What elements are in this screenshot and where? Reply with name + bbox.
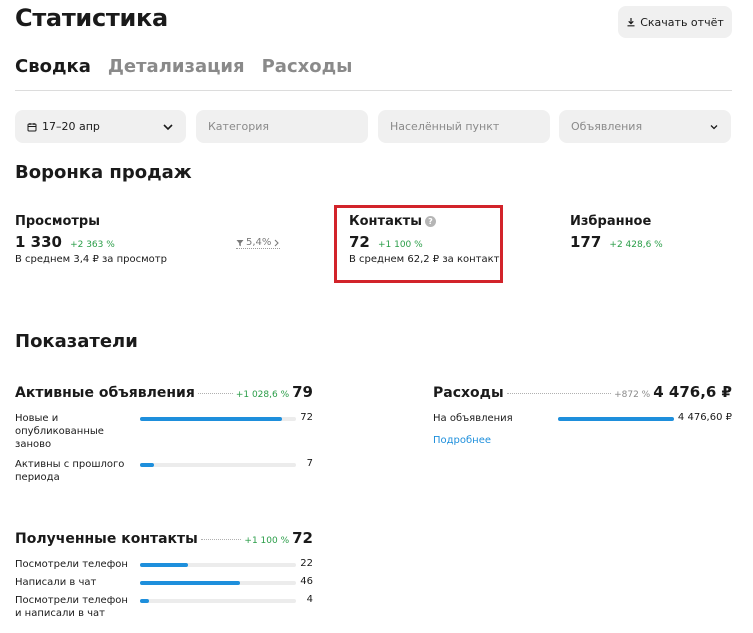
expenses-bar-ads: [558, 417, 674, 421]
contacts-bar-chat: [140, 581, 296, 585]
contacts-row-value: 46: [300, 576, 313, 587]
views-value: 1 330: [15, 233, 62, 251]
active-ads-row-value: 72: [300, 412, 313, 423]
tab-expenses[interactable]: Расходы: [262, 56, 353, 77]
expenses-delta: +872 %: [614, 390, 651, 400]
contacts-bar-phone: [140, 563, 296, 567]
chevron-down-icon: [710, 124, 718, 129]
filter-funnel-icon: [236, 239, 244, 246]
category-filter[interactable]: Категория: [196, 110, 368, 143]
active-ads-row-label: Активны с прошлого периода: [15, 459, 125, 483]
contacts-row-value: 22: [300, 558, 313, 569]
locality-filter[interactable]: Населённый пункт: [378, 110, 550, 143]
locality-placeholder: Населённый пункт: [390, 120, 500, 133]
active-ads-title: Активные объявления: [15, 385, 195, 401]
expenses-row-value: 4 476,60 ₽: [677, 412, 732, 423]
views-average: В среднем 3,4 ₽ за просмотр: [15, 254, 167, 265]
active-ads-row-label: Новые и опубликованные заново: [15, 413, 104, 450]
indicators-title: Показатели: [15, 331, 138, 352]
download-icon: [627, 18, 635, 27]
favorites-label: Избранное: [570, 214, 652, 229]
date-filter[interactable]: 17–20 апр: [15, 110, 186, 143]
contacts-bar-both: [140, 599, 296, 603]
contacts-received-total: 72: [292, 529, 313, 547]
favorites-delta: +2 428,6 %: [609, 240, 663, 250]
conversion-value: 5,4%: [246, 237, 272, 248]
tab-summary[interactable]: Сводка: [15, 56, 91, 77]
expenses-total: 4 476,6 ₽: [653, 383, 732, 401]
contacts-row-label: Посмотрели телефон и написали в чат: [15, 595, 128, 619]
bar-fill: [140, 563, 189, 567]
contacts-highlight-box: [334, 205, 503, 283]
expenses-title: Расходы: [433, 385, 504, 401]
active-ads-total: 79: [292, 383, 313, 401]
funnel-favorites: Избранное 177 +2 428,6 %: [570, 214, 663, 251]
funnel-title: Воронка продаж: [15, 162, 192, 183]
contacts-row-value: 4: [306, 594, 313, 605]
contacts-received-delta: +1 100 %: [244, 536, 290, 546]
contacts-row-label: Написали в чат: [15, 577, 97, 588]
contacts-received-title: Полученные контакты: [15, 531, 198, 547]
active-ads-block: Активные объявления +1 028,6 % 79: [15, 383, 313, 401]
bar-fill: [140, 599, 150, 603]
expenses-row-label: На объявления: [433, 413, 513, 424]
tab-details[interactable]: Детализация: [108, 56, 245, 77]
bar-fill: [140, 463, 155, 467]
bar-fill: [140, 417, 282, 421]
funnel-views: Просмотры 1 330 +2 363 % В среднем 3,4 ₽…: [15, 214, 167, 265]
favorites-value: 177: [570, 233, 602, 251]
calendar-icon: [27, 122, 37, 131]
chevron-down-icon: [163, 123, 173, 130]
tab-bar: Сводка Детализация Расходы: [15, 56, 352, 77]
more-link[interactable]: Подробнее: [433, 435, 491, 446]
contacts-row-label: Посмотрели телефон: [15, 559, 128, 570]
ads-filter[interactable]: Объявления: [559, 110, 731, 143]
views-label: Просмотры: [15, 214, 100, 229]
download-report-label: Скачать отчёт: [640, 15, 724, 29]
active-ads-bar-previous: [140, 463, 296, 467]
category-placeholder: Категория: [208, 120, 269, 133]
bar-fill: [140, 581, 240, 585]
download-report-button[interactable]: Скачать отчёт: [618, 6, 732, 38]
active-ads-row-value: 7: [306, 458, 313, 469]
chevron-right-icon: [275, 239, 280, 246]
active-ads-delta: +1 028,6 %: [235, 390, 290, 400]
contacts-received-block: Полученные контакты +1 100 % 72: [15, 529, 313, 547]
tab-divider: [15, 90, 732, 91]
ads-placeholder: Объявления: [571, 120, 643, 133]
conversion-link[interactable]: 5,4%: [236, 237, 281, 249]
expenses-block: Расходы +872 % 4 476,6 ₽: [433, 383, 732, 401]
active-ads-bar-new: [140, 417, 296, 421]
bar-fill: [558, 417, 674, 421]
views-delta: +2 363 %: [70, 240, 115, 250]
date-filter-value: 17–20 апр: [42, 120, 100, 133]
page-title: Статистика: [15, 4, 168, 32]
